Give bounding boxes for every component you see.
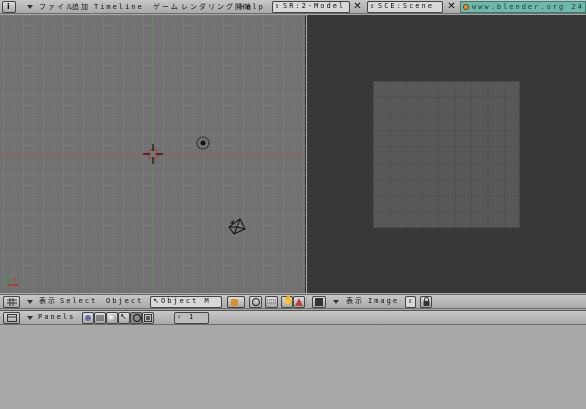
menu-help[interactable]: Help: [240, 2, 265, 13]
blender-url-banner: www.blender.org 24: [460, 1, 586, 13]
mode-selector[interactable]: ↖ Object M: [150, 296, 222, 308]
editing-context-icon[interactable]: [130, 312, 142, 324]
image-menu-image[interactable]: Image: [368, 296, 399, 307]
image-canvas-grid[interactable]: [373, 81, 521, 229]
frame-counter[interactable]: ‹ 1: [174, 312, 209, 324]
buttons-window-panel-area[interactable]: [0, 326, 586, 409]
viewport-menu-view[interactable]: 表示: [39, 296, 57, 307]
viewport-menu-object[interactable]: Object: [106, 296, 143, 307]
scene-selector[interactable]: ⇕ SCE:Scene: [367, 1, 443, 13]
buttons-window-type-icon[interactable]: [3, 312, 20, 324]
3d-viewport-header: 表示 Select Object ↖ Object M ✋: [0, 294, 306, 309]
draw-type-icon[interactable]: [227, 296, 245, 308]
browse-arrows-icon: ⇕: [408, 297, 413, 305]
hand-manipulator-icon[interactable]: ✋: [281, 296, 294, 308]
object-context-icon[interactable]: ↖: [118, 312, 130, 324]
panels-collapse-arrow[interactable]: [27, 316, 33, 320]
viewport-menu-collapse-arrow[interactable]: [27, 300, 33, 304]
panels-label: Panels: [38, 313, 76, 321]
svg-text:x: x: [13, 277, 17, 284]
camera-object-icon[interactable]: [226, 217, 248, 237]
pivot-point-icon[interactable]: [249, 296, 262, 308]
screen-selector-arrows-icon: ⇕: [275, 2, 280, 10]
scene-selector-arrows-icon: ⇕: [370, 2, 375, 10]
3d-viewport[interactable]: x: [0, 15, 306, 293]
viewport-menu-select[interactable]: Select: [60, 296, 97, 307]
mode-label: Object M: [161, 297, 211, 305]
layer-buttons-icon[interactable]: [265, 296, 278, 308]
top-menu-bar: i ファイル 追加 Timeline ゲーム レンダリング開始 Help ⇕ S…: [0, 0, 586, 14]
logic-context-icon[interactable]: [82, 312, 94, 324]
menu-game[interactable]: ゲーム: [153, 2, 180, 13]
image-menu-view[interactable]: 表示: [346, 296, 364, 307]
frame-value: 1: [189, 313, 196, 321]
screen-name: SR:2-Model: [283, 2, 346, 10]
shading-context-icon[interactable]: [106, 312, 118, 324]
3d-cursor-icon[interactable]: [143, 144, 163, 164]
image-browse-button[interactable]: ⇕: [405, 296, 416, 308]
image-lock-icon[interactable]: [420, 296, 432, 308]
menu-timeline[interactable]: Timeline: [94, 2, 144, 13]
buttons-window-header: Panels ↖ ‹ 1: [0, 310, 586, 325]
axis-orientation-gizmo: x: [7, 276, 19, 286]
menu-add[interactable]: 追加: [72, 2, 90, 13]
script-context-icon[interactable]: [94, 312, 106, 324]
translate-manipulator-icon[interactable]: [293, 296, 305, 308]
screen-selector[interactable]: ⇕ SR:2-Model: [272, 1, 350, 13]
blender-logo-icon: [463, 4, 469, 10]
image-editor[interactable]: [307, 15, 586, 293]
lamp-object-icon[interactable]: [195, 135, 211, 151]
collapse-menu-arrow[interactable]: [27, 5, 33, 9]
image-menu-collapse-arrow[interactable]: [333, 300, 339, 304]
delete-screen-button[interactable]: ✕: [352, 1, 363, 12]
scene-name: SCE:Scene: [378, 2, 434, 10]
info-window-type-icon[interactable]: i: [2, 1, 16, 13]
image-window-type-icon[interactable]: [312, 296, 326, 308]
delete-scene-button[interactable]: ✕: [446, 1, 457, 12]
scene-context-icon[interactable]: [142, 312, 154, 324]
frame-decrement-arrow[interactable]: ‹: [177, 313, 181, 322]
blender-url-text: www.blender.org 24: [472, 3, 584, 11]
grid-window-type-icon[interactable]: [3, 296, 20, 308]
menu-file[interactable]: ファイル: [39, 2, 75, 13]
image-editor-header: 表示 Image ⇕: [307, 294, 586, 309]
object-mode-icon: ↖: [153, 297, 159, 305]
